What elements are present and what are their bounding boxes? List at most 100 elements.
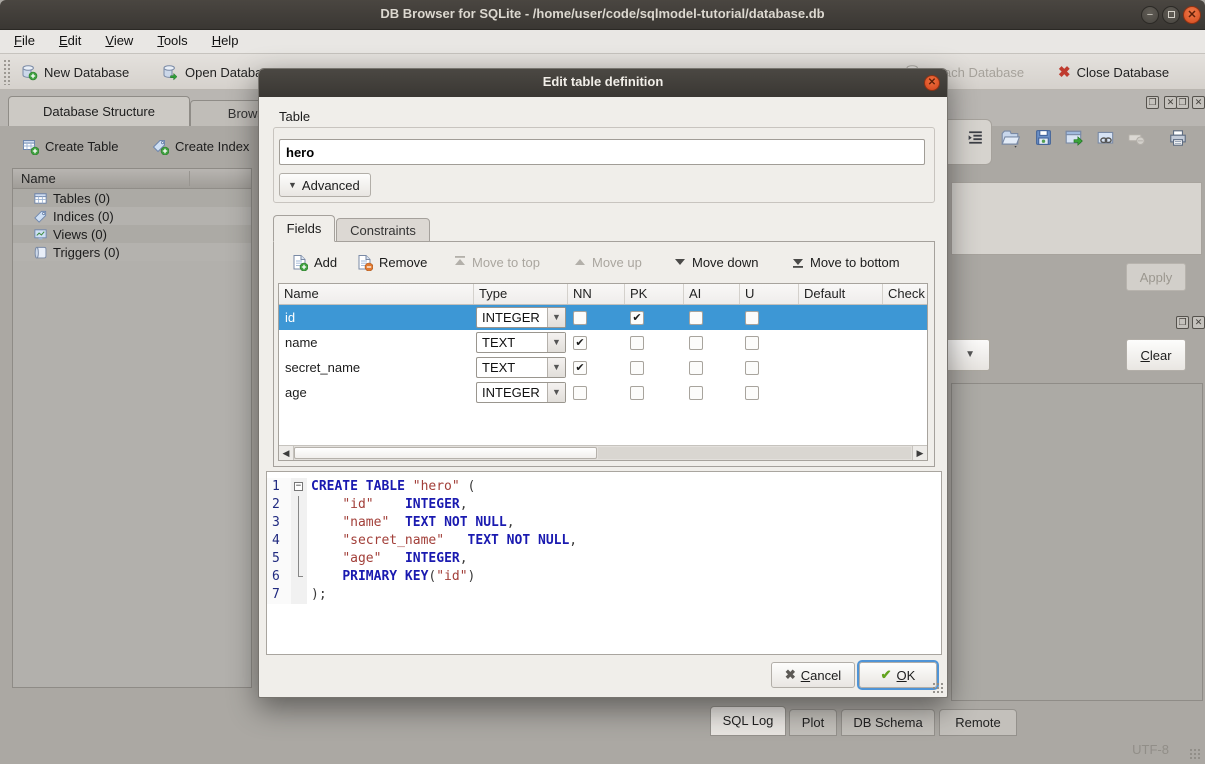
sql-preview-editor[interactable]: 1−CREATE TABLE "hero" (2 "id" INTEGER,3 …: [266, 471, 942, 655]
column-header-name[interactable]: Name: [279, 284, 474, 304]
move-up-button[interactable]: Move up: [569, 249, 647, 275]
fields-grid-hscrollbar[interactable]: ◀ ▶: [279, 445, 927, 460]
tab-remote[interactable]: Remote: [939, 709, 1017, 736]
format-icon[interactable]: [966, 128, 985, 147]
check-cell[interactable]: [883, 305, 928, 330]
default-cell[interactable]: [799, 305, 883, 330]
column-header-nn[interactable]: NN: [568, 284, 625, 304]
field-name-cell[interactable]: secret_name: [279, 355, 474, 380]
ai-checkbox[interactable]: [689, 336, 703, 350]
tree-item-views[interactable]: Views (0): [13, 225, 251, 243]
column-header-default[interactable]: Default: [799, 284, 883, 304]
check-cell[interactable]: [883, 380, 928, 405]
scroll-left-icon[interactable]: ◀: [279, 446, 294, 460]
sql-log-area[interactable]: [951, 383, 1203, 701]
u-checkbox[interactable]: [745, 386, 759, 400]
clear-log-button[interactable]: Clear: [1126, 339, 1186, 371]
menu-edit[interactable]: Edit: [49, 30, 91, 51]
link-icon[interactable]: [1096, 128, 1116, 148]
fold-marker-icon[interactable]: −: [294, 482, 303, 491]
field-row-secret-name[interactable]: secret_nameTEXT▼ ✔: [279, 355, 927, 380]
nn-checkbox[interactable]: ✔: [573, 361, 587, 375]
tree-item-triggers[interactable]: Triggers (0): [13, 243, 251, 261]
dialog-tab-constraints[interactable]: Constraints: [336, 218, 430, 242]
ai-checkbox[interactable]: [689, 311, 703, 325]
scroll-right-icon[interactable]: ▶: [912, 446, 927, 460]
add-button[interactable]: Add: [286, 249, 342, 275]
type-combobox[interactable]: TEXT▼: [476, 332, 566, 353]
default-cell[interactable]: [799, 355, 883, 380]
execute-icon[interactable]: [1064, 128, 1084, 148]
nn-checkbox[interactable]: [573, 311, 587, 325]
u-checkbox[interactable]: [745, 311, 759, 325]
dock-restore-icon[interactable]: ❐: [1146, 96, 1159, 109]
pk-checkbox[interactable]: [630, 386, 644, 400]
menu-help[interactable]: Help: [202, 30, 249, 51]
scrollbar-thumb[interactable]: [294, 447, 597, 459]
dialog-close-button[interactable]: ✕: [924, 75, 940, 91]
pk-checkbox[interactable]: [630, 361, 644, 375]
log-close-icon[interactable]: ✕: [1192, 316, 1205, 329]
nn-checkbox[interactable]: ✔: [573, 336, 587, 350]
column-header-check[interactable]: Check: [883, 284, 928, 304]
resize-grip[interactable]: [1189, 748, 1202, 761]
toolbar-grip[interactable]: [3, 59, 10, 85]
default-cell[interactable]: [799, 330, 883, 355]
close-database-button[interactable]: ✖Close Database: [1052, 59, 1175, 85]
log-float-icon[interactable]: ❐: [1176, 316, 1189, 329]
pk-checkbox[interactable]: [630, 336, 644, 350]
ai-checkbox[interactable]: [689, 386, 703, 400]
advanced-button[interactable]: ▼ Advanced: [279, 173, 371, 197]
menu-tools[interactable]: Tools: [147, 30, 197, 51]
menu-file[interactable]: File: [4, 30, 45, 51]
tab-sql-log[interactable]: SQL Log: [710, 706, 786, 736]
tab-database-structure[interactable]: Database Structure: [8, 96, 190, 126]
table-name-input[interactable]: [279, 139, 925, 165]
field-name-cell[interactable]: id: [279, 305, 474, 330]
field-name-cell[interactable]: age: [279, 380, 474, 405]
column-header-ai[interactable]: AI: [684, 284, 740, 304]
check-cell[interactable]: [883, 355, 928, 380]
open-file-icon[interactable]: [1000, 128, 1020, 148]
column-header-type[interactable]: Type: [474, 284, 568, 304]
create-table-button[interactable]: Create Table: [16, 132, 124, 160]
new-database-button[interactable]: New Database: [14, 59, 135, 85]
tree-item-indices[interactable]: Indices (0): [13, 207, 251, 225]
schema-tree[interactable]: Name Tables (0)Indices (0)Views (0)Trigg…: [12, 168, 252, 688]
move-to-top-button[interactable]: Move to top: [449, 249, 545, 275]
stop-icon[interactable]: [1126, 128, 1146, 148]
default-cell[interactable]: [799, 380, 883, 405]
ok-button[interactable]: ✔ OK: [859, 662, 937, 688]
check-cell[interactable]: [883, 330, 928, 355]
menu-view[interactable]: View: [95, 30, 143, 51]
nn-checkbox[interactable]: [573, 386, 587, 400]
move-down-button[interactable]: Move down: [669, 249, 763, 275]
field-row-name[interactable]: nameTEXT▼ ✔: [279, 330, 927, 355]
pk-checkbox[interactable]: ✔: [630, 311, 644, 325]
tab-db-schema[interactable]: DB Schema: [841, 709, 935, 736]
field-name-cell[interactable]: name: [279, 330, 474, 355]
type-combobox[interactable]: INTEGER▼: [476, 382, 566, 403]
move-to-bottom-button[interactable]: Move to bottom: [787, 249, 905, 275]
tab-plot[interactable]: Plot: [789, 709, 837, 736]
u-checkbox[interactable]: [745, 336, 759, 350]
tree-item-tables[interactable]: Tables (0): [13, 189, 251, 207]
close-button[interactable]: ✕: [1183, 6, 1201, 24]
dialog-tab-fields[interactable]: Fields: [273, 215, 335, 242]
remove-button[interactable]: Remove: [351, 249, 432, 275]
ai-checkbox[interactable]: [689, 361, 703, 375]
cancel-button[interactable]: ✖ Cancel: [771, 662, 855, 688]
save-file-icon[interactable]: [1034, 128, 1053, 147]
field-row-age[interactable]: ageINTEGER▼: [279, 380, 927, 405]
type-combobox[interactable]: INTEGER▼: [476, 307, 566, 328]
create-index-button[interactable]: Create Index: [146, 132, 255, 160]
cell-editor-area[interactable]: [951, 182, 1202, 255]
apply-button[interactable]: Apply: [1126, 263, 1186, 291]
dock-close2-icon[interactable]: ✕: [1192, 96, 1205, 109]
column-header-pk[interactable]: PK: [625, 284, 684, 304]
print-icon[interactable]: [1168, 128, 1188, 148]
minimize-button[interactable]: −: [1141, 6, 1159, 24]
field-row-id[interactable]: idINTEGER▼ ✔: [279, 305, 927, 330]
tree-header-name[interactable]: Name: [13, 169, 251, 189]
type-combobox[interactable]: TEXT▼: [476, 357, 566, 378]
